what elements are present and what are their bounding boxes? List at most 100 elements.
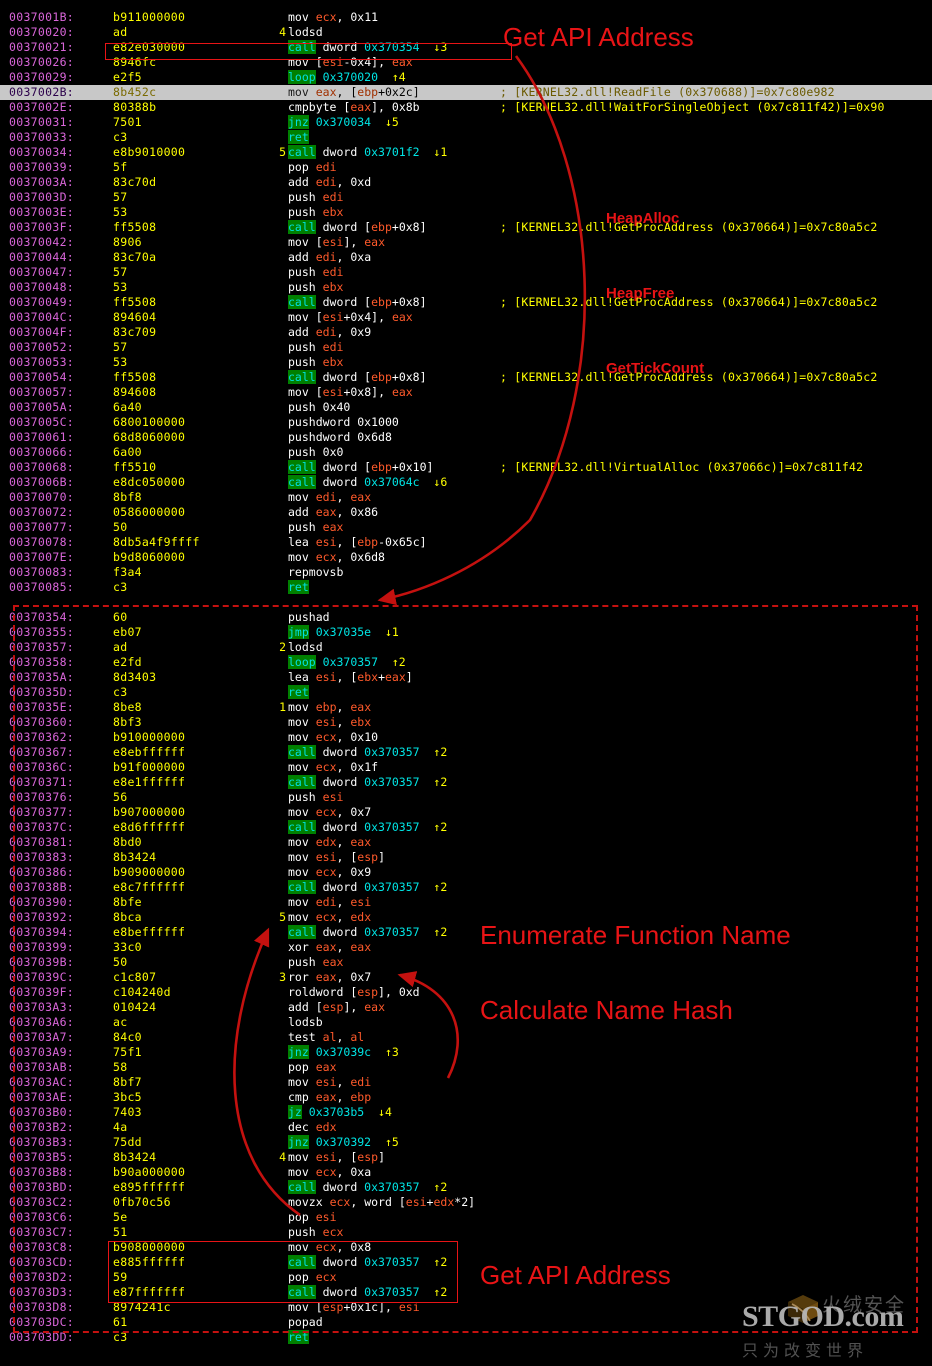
disasm-row[interactable]: 0037038B: e8c7ffffff call dword 0x370357 ↑… [0, 880, 932, 895]
instruction-text: lea esi, [ebp-0x65c] [288, 535, 427, 550]
disasm-row[interactable]: 0037003E: 53 push ebx [0, 205, 932, 220]
disasm-row[interactable]: 0037039B: 50 push eax [0, 955, 932, 970]
disasm-row[interactable]: 0037001B: b911000000 mov ecx, 0x11 [0, 10, 932, 25]
disasm-row[interactable]: 00370042: 8906 mov [esi], eax [0, 235, 932, 250]
disasm-row[interactable]: 00370057: 894608 mov [esi+0x8], eax [0, 385, 932, 400]
disasm-row[interactable]: 003703D8: 8974241c mov [esp+0x1c], esi [0, 1300, 932, 1315]
mnemonic: push [288, 1225, 316, 1239]
disasm-row[interactable]: 00370360: 8bf3 mov esi, ebx [0, 715, 932, 730]
disasm-row[interactable]: 003703B2: 4a dec edx [0, 1120, 932, 1135]
disasm-row[interactable]: 0037004C: 894604 mov [esi+0x4], eax [0, 310, 932, 325]
instruction-bytes: f3a4 [113, 565, 142, 579]
disasm-row[interactable]: 00370054: ff5508 call dword [ebp+0x8]; [KE… [0, 370, 932, 385]
disasm-row[interactable]: 0037039C: c1c807 3 ror eax, 0x7 [0, 970, 932, 985]
disasm-row[interactable]: 003703B0: 7403 jz 0x3703b5 ↓4 [0, 1105, 932, 1120]
disasm-row[interactable]: 0037007E: b9d8060000 mov ecx, 0x6d8 [0, 550, 932, 565]
disasm-row[interactable]: 00370021: e82e030000 call dword 0x370354 ↓… [0, 40, 932, 55]
disasm-row[interactable]: 003703DD: c3 ret [0, 1330, 932, 1345]
disasm-row[interactable]: 0037004F: 83c709 add edi, 0x9 [0, 325, 932, 340]
disasm-row[interactable]: 00370061: 68d8060000 pushdword 0x6d8 [0, 430, 932, 445]
disasm-row[interactable]: 00370357: ad 2 lodsd [0, 640, 932, 655]
disasm-row[interactable]: 00370078: 8db5a4f9ffff lea esi, [ebp-0x65c… [0, 535, 932, 550]
disasm-row[interactable]: 00370049: ff5508 call dword [ebp+0x8] ; [KE… [0, 295, 932, 310]
instruction-text: jnz 0x370392 ↑5 [288, 1135, 399, 1150]
disasm-row[interactable]: 00370390: 8bfe mov edi, esi [0, 895, 932, 910]
disasm-row[interactable]: 00370386: b909000000 mov ecx, 0x9 [0, 865, 932, 880]
disasm-row[interactable]: 00370383: 8b3424 mov esi, [esp] [0, 850, 932, 865]
disasm-row[interactable]: 003703C6: 5e pop esi [0, 1210, 932, 1225]
disasm-row[interactable]: 00370377: b907000000 mov ecx, 0x7 [0, 805, 932, 820]
disasm-row[interactable]: 00370053: 53 push ebx [0, 355, 932, 370]
disasm-row[interactable]: 003703C7: 51 push ecx [0, 1225, 932, 1240]
disasm-row[interactable]: 00370033: c3 ret [0, 130, 932, 145]
disasm-row[interactable]: 00370031: 7501 jnz 0x370034 ↓5 [0, 115, 932, 130]
disasm-row[interactable]: 00370381: 8bd0 mov edx, eax [0, 835, 932, 850]
disasm-row[interactable]: 0037002E: 80388b cmpbyte [eax], 0x8b ; [KER… [0, 100, 932, 115]
disasm-row[interactable]: 0037036C: b91f000000 mov ecx, 0x1f [0, 760, 932, 775]
disasm-row[interactable]: 003703B5: 8b3424 4 mov esi, [esp] [0, 1150, 932, 1165]
mnemonic: push [288, 790, 316, 804]
disasm-row[interactable]: 003703A7: 84c0 test al, al [0, 1030, 932, 1045]
disasm-row[interactable]: 00370362: b910000000 mov ecx, 0x10 [0, 730, 932, 745]
disasm-row[interactable]: 0037003A: 83c70d add edi, 0xd [0, 175, 932, 190]
disasm-row[interactable]: 003703DC: 61 popad [0, 1315, 932, 1330]
register: ecx [315, 550, 337, 564]
disasm-row[interactable]: 0037003D: 57 push edi [0, 190, 932, 205]
disasm-row[interactable]: 00370085: c3 ret [0, 580, 932, 595]
disasm-row[interactable]: 0037039F: c104240d roldword [esp], 0xd [0, 985, 932, 1000]
disasm-row[interactable]: 00370354: 60 pushad [0, 610, 932, 625]
mnemonic: mov [288, 10, 309, 24]
disasm-row[interactable]: 00370367: e8ebffffff call dword 0x370357 ↑… [0, 745, 932, 760]
disasm-row[interactable]: 0037037C: e8d6ffffff call dword 0x370357 ↑… [0, 820, 932, 835]
disasm-row[interactable]: 003703D2: 59 pop ecx [0, 1270, 932, 1285]
disasm-row[interactable]: 0037035E: 8be8 1 mov ebp, eax [0, 700, 932, 715]
disasm-row[interactable]: 00370355: eb07 jmp 0x37035e ↓1 [0, 625, 932, 640]
disasm-row[interactable]: 003703CD: e885ffffff call dword 0x370357 ↑… [0, 1255, 932, 1270]
disasm-row[interactable]: 00370044: 83c70a add edi, 0xa [0, 250, 932, 265]
disasm-row[interactable]: 00370358: e2fd loop 0x370357 ↑2 [0, 655, 932, 670]
disasm-row[interactable]: 00370052: 57 push edi [0, 340, 932, 355]
disasm-row[interactable]: 0037035A: 8d3403 lea esi, [ebx+eax] [0, 670, 932, 685]
mnemonic: push [288, 205, 316, 219]
disasm-row[interactable]: 003703A9: 75f1 jnz 0x37039c ↑3 [0, 1045, 932, 1060]
disasm-row[interactable]: 00370039: 5f pop edi [0, 160, 932, 175]
disasm-row[interactable]: 00370048: 53 push ebx [0, 280, 932, 295]
disasm-row[interactable]: 0037003F: ff5508 call dword [ebp+0x8] ; [KE… [0, 220, 932, 235]
instruction-bytes: 56 [113, 790, 128, 804]
disasm-row[interactable]: 00370077: 50 push eax [0, 520, 932, 535]
disasm-row[interactable]: 00370083: f3a4 repmovsb [0, 565, 932, 580]
disasm-row[interactable]: 0037005A: 6a40 push 0x40 [0, 400, 932, 415]
disasm-row[interactable]: 00370070: 8bf8 mov edi, eax [0, 490, 932, 505]
disasm-row[interactable]: 003703BD: e895ffffff call dword 0x370357 ↑… [0, 1180, 932, 1195]
disasm-row[interactable]: 0037005C: 6800100000 pushdword 0x1000 [0, 415, 932, 430]
disasm-row[interactable]: 00370020: ad 4 lodsd [0, 25, 932, 40]
disasm-row[interactable]: 003703B3: 75dd jnz 0x370392 ↑5 [0, 1135, 932, 1150]
disasm-row[interactable]: 00370047: 57 push edi [0, 265, 932, 280]
disasm-row[interactable]: 00370392: 8bca 5 mov ecx, edx [0, 910, 932, 925]
disasm-row[interactable]: 0037035D: c3 ret [0, 685, 932, 700]
disasm-row[interactable]: 00370029: e2f5 loop 0x370020 ↑4 [0, 70, 932, 85]
disasm-row[interactable]: 003703B8: b90a000000 mov ecx, 0xa [0, 1165, 932, 1180]
disasm-row[interactable]: 00370068: ff5510 call dword [ebp+0x10] ; [K… [0, 460, 932, 475]
disasm-row[interactable]: 003703AB: 58 pop eax [0, 1060, 932, 1075]
disasm-row[interactable]: 00370376: 56 push esi [0, 790, 932, 805]
disasm-row[interactable]: 00370072: 0586000000 add eax, 0x86 [0, 505, 932, 520]
disasm-row[interactable]: 00370034: e8b9010000 5 call dword 0x3701f2 … [0, 145, 932, 160]
disasm-row[interactable]: 003703AC: 8bf7 mov esi, edi [0, 1075, 932, 1090]
instruction-address: 0037035A: [9, 670, 75, 684]
disasm-row[interactable]: 003703AE: 3bc5 cmp eax, ebp [0, 1090, 932, 1105]
disasm-row[interactable]: 00370026: 8946fc mov [esi-0x4], eax [0, 55, 932, 70]
disasm-row[interactable]: 003703D3: e87fffffff call dword 0x370357 ↑… [0, 1285, 932, 1300]
disasm-row[interactable]: 003703C8: b908000000 mov ecx, 0x8 [0, 1240, 932, 1255]
instruction-address: 00370371: [9, 775, 75, 789]
disasm-row[interactable]: 00370399: 33c0 xor eax, eax [0, 940, 932, 955]
disasm-row[interactable]: 0037002B: 8b452c mov eax, [ebp+0x2c] ; [KER… [0, 85, 932, 100]
disasm-row[interactable]: 003703A3: 010424 add [esp], eax [0, 1000, 932, 1015]
disasm-row[interactable]: 00370394: e8beffffff call dword 0x370357 ↑… [0, 925, 932, 940]
disasm-row[interactable]: 00370066: 6a00 push 0x0 [0, 445, 932, 460]
disasm-row[interactable]: 0037006B: e8dc050000 call dword 0x37064c ↓… [0, 475, 932, 490]
disasm-row[interactable]: 003703C2: 0fb70c56 movzx ecx, word [esi+ed… [0, 1195, 932, 1210]
disasm-row[interactable]: 003703A6: ac lodsb [0, 1015, 932, 1030]
register: esi [405, 1195, 427, 1209]
disasm-row[interactable]: 00370371: e8e1ffffff call dword 0x370357 ↑… [0, 775, 932, 790]
